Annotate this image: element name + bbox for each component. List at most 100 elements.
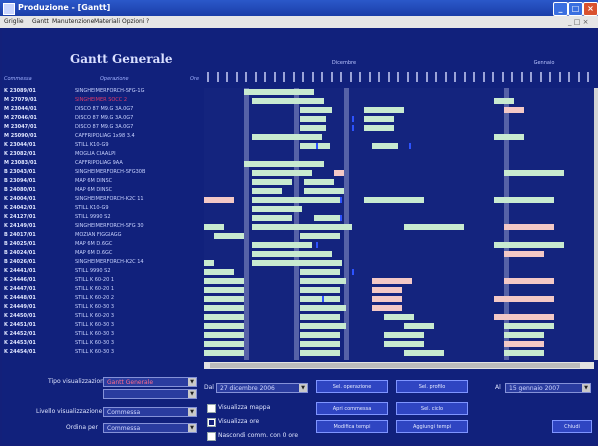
gantt-bar[interactable] xyxy=(504,341,544,347)
gantt-bar[interactable] xyxy=(504,278,554,284)
gantt-bar[interactable] xyxy=(252,98,324,104)
gantt-bar[interactable] xyxy=(300,305,346,311)
sel-operazione-button[interactable]: Sel. operazione xyxy=(316,380,388,393)
gantt-bar[interactable] xyxy=(304,179,334,185)
gantt-bar[interactable] xyxy=(252,251,332,257)
table-row[interactable]: K 24451/01 STILL K 60-30 3 xyxy=(4,322,194,330)
gantt-bar[interactable] xyxy=(364,116,394,122)
gantt-bar[interactable] xyxy=(404,323,434,329)
gantt-bar[interactable] xyxy=(300,125,326,131)
gantt-bar[interactable] xyxy=(384,341,424,347)
table-row[interactable]: B 24025/01 MAP 6M D.6GC xyxy=(4,241,194,249)
sel-profilo-button[interactable]: Sel. profilo xyxy=(396,380,468,393)
sel-ciclo-button[interactable]: Sel. ciclo xyxy=(396,402,468,415)
table-row[interactable]: B 23043/01 SINGHEIMERFORCH-SFG30B xyxy=(4,169,194,177)
gantt-bar[interactable] xyxy=(300,341,340,347)
table-row[interactable]: M 25090/01 CAFFRIPOLIAG 1x98 3.4 xyxy=(4,133,194,141)
table-row[interactable]: K 24447/01 STILL K 60-20 1 xyxy=(4,286,194,294)
gantt-bar[interactable] xyxy=(364,197,424,203)
table-row[interactable]: K 24042/01 STILL K10-G9 xyxy=(4,205,194,213)
table-row[interactable]: M 23044/01 DISCO 87 M9.G 3A.0G7 xyxy=(4,106,194,114)
chevron-down-icon[interactable]: ▼ xyxy=(188,390,196,398)
table-row[interactable]: K 24453/01 STILL K 60-30 3 xyxy=(4,340,194,348)
table-row[interactable]: K 24441/01 STILL 9990 S2 xyxy=(4,268,194,276)
chevron-down-icon[interactable]: ▼ xyxy=(582,384,590,392)
gantt-bar[interactable] xyxy=(504,350,544,356)
gantt-bar[interactable] xyxy=(304,188,344,194)
gantt-bar[interactable] xyxy=(300,296,340,302)
table-row[interactable]: K 24449/01 STILL K 60-30 3 xyxy=(4,304,194,312)
gantt-bar[interactable] xyxy=(204,305,244,311)
gantt-bar[interactable] xyxy=(504,170,564,176)
table-row[interactable]: K 24004/01 SINGHEIMERFORCH-K2C 11 xyxy=(4,196,194,204)
mdi-controls[interactable]: _ □ × xyxy=(568,16,588,28)
gantt-bar[interactable] xyxy=(252,215,292,221)
table-row[interactable]: K 24446/01 STILL K 60-20 1 xyxy=(4,277,194,285)
table-row[interactable]: K 23089/01 SINGHEIMERFORCH-SFG-1G xyxy=(4,88,194,96)
table-row[interactable]: K 23082/01 MOGLIA CIAALPI xyxy=(4,151,194,159)
table-row[interactable]: M 27079/01 SINGHEIMER SOCC 2 xyxy=(4,97,194,105)
chevron-down-icon[interactable]: ▼ xyxy=(188,408,196,416)
gantt-bar[interactable] xyxy=(204,287,244,293)
chevron-down-icon[interactable]: ▼ xyxy=(188,378,196,386)
gantt-bar[interactable] xyxy=(300,278,346,284)
scrollbar-thumb[interactable] xyxy=(210,363,580,368)
tipo-select[interactable]: Gantt Generale ▼ xyxy=(103,377,197,387)
horizontal-scrollbar[interactable] xyxy=(204,362,594,369)
gantt-bar[interactable] xyxy=(252,188,282,194)
gantt-bar[interactable] xyxy=(494,242,564,248)
table-row[interactable]: K 24450/01 STILL K 60-20 3 xyxy=(4,313,194,321)
gantt-bar[interactable] xyxy=(314,215,340,221)
gantt-bar[interactable] xyxy=(244,89,314,95)
nascondi-checkbox[interactable] xyxy=(207,432,216,441)
gantt-bar[interactable] xyxy=(204,350,244,356)
gantt-bar[interactable] xyxy=(372,305,402,311)
gantt-bar[interactable] xyxy=(364,125,394,131)
gantt-bar[interactable] xyxy=(300,350,340,356)
menu-materiali[interactable]: Materiali xyxy=(94,16,120,28)
vertical-scrollbar[interactable] xyxy=(594,88,598,360)
gantt-bar[interactable] xyxy=(334,170,344,176)
gantt-bar[interactable] xyxy=(300,314,340,320)
gantt-bar[interactable] xyxy=(252,224,352,230)
gantt-bar[interactable] xyxy=(204,197,234,203)
gantt-bar[interactable] xyxy=(252,242,312,248)
visualizza-ore-checkbox[interactable] xyxy=(207,418,216,427)
gantt-bar[interactable] xyxy=(204,224,224,230)
table-row[interactable]: M 23083/01 CAFFRIPOLIAG 9AA xyxy=(4,160,194,168)
gantt-bar[interactable] xyxy=(204,341,244,347)
gantt-bar[interactable] xyxy=(244,161,324,167)
table-row[interactable]: M 27046/01 DISCO 87 M9.G 3A.0G7 xyxy=(4,115,194,123)
gantt-bar[interactable] xyxy=(504,251,544,257)
gantt-bar[interactable] xyxy=(504,332,544,338)
gantt-bar[interactable] xyxy=(404,350,444,356)
table-row[interactable]: K 24454/01 STILL K 60-30 3 xyxy=(4,349,194,357)
table-row[interactable]: B 24080/01 MAP 6M DINSC xyxy=(4,187,194,195)
gantt-bar[interactable] xyxy=(204,260,214,266)
table-row[interactable]: K 24448/01 STILL K 60-20 2 xyxy=(4,295,194,303)
table-row[interactable]: B 24026/01 SINGHEIMERFORCH-K2C 14 xyxy=(4,259,194,267)
gantt-bar[interactable] xyxy=(372,296,402,302)
gantt-bar[interactable] xyxy=(214,233,244,239)
gantt-bar[interactable] xyxy=(504,323,554,329)
gantt-bar[interactable] xyxy=(204,278,244,284)
gantt-bar[interactable] xyxy=(300,269,340,275)
menu-help[interactable]: ? xyxy=(146,16,149,28)
chevron-down-icon[interactable]: ▼ xyxy=(188,424,196,432)
gantt-bar[interactable] xyxy=(204,269,234,275)
menu-gantt[interactable]: Gantt xyxy=(32,16,49,28)
close-button[interactable]: × xyxy=(583,2,598,16)
menu-opzioni[interactable]: Opzioni xyxy=(122,16,145,28)
gantt-bar[interactable] xyxy=(494,314,554,320)
gantt-bar[interactable] xyxy=(364,107,404,113)
gantt-bar[interactable] xyxy=(384,314,414,320)
aggiungi-tempi-button[interactable]: Aggiungi tempi xyxy=(396,420,468,433)
gantt-bar[interactable] xyxy=(300,116,326,122)
table-row[interactable]: B 24024/01 MAP 6M D.6GC xyxy=(4,250,194,258)
gantt-bar[interactable] xyxy=(384,332,424,338)
gantt-bar[interactable] xyxy=(494,197,554,203)
gantt-bar[interactable] xyxy=(404,224,464,230)
maximize-button[interactable]: □ xyxy=(568,2,583,16)
apri-commessa-button[interactable]: Apri commessa xyxy=(316,402,388,415)
minimize-button[interactable]: _ xyxy=(553,2,568,16)
